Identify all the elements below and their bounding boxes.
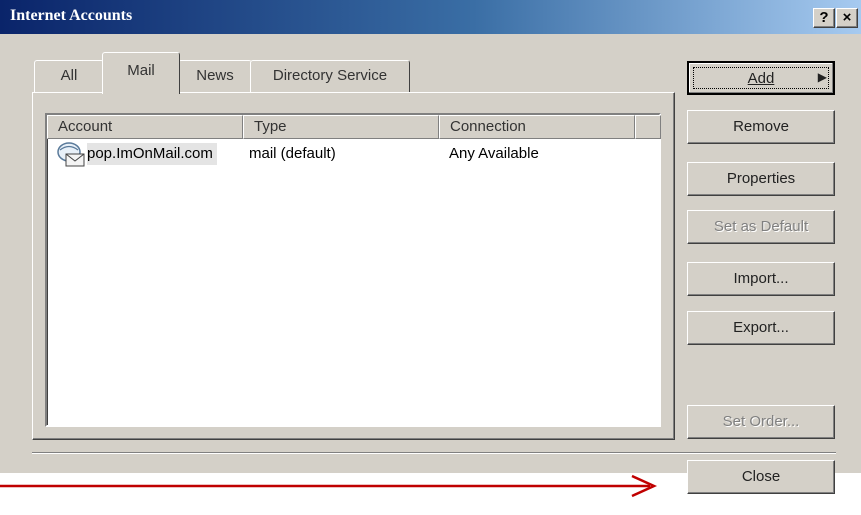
separator-line (32, 452, 836, 454)
list-header: Account Type Connection (47, 115, 661, 139)
internet-accounts-dialog: Internet Accounts ? × All Mail News Dire… (0, 0, 861, 473)
help-button[interactable]: ? (813, 8, 835, 28)
tab-news[interactable]: News (178, 60, 252, 92)
close-window-button[interactable]: × (836, 8, 858, 28)
mail-server-icon (55, 141, 87, 167)
remove-button[interactable]: Remove (687, 110, 835, 144)
tab-panel: Account Type Connection pop.ImOnMail.com… (32, 92, 675, 440)
column-header-type[interactable]: Type (243, 115, 439, 139)
accounts-list[interactable]: Account Type Connection pop.ImOnMail.com… (45, 113, 661, 427)
properties-button[interactable]: Properties (687, 162, 835, 196)
add-button[interactable]: Add ▶ (687, 61, 835, 95)
tab-directory-service[interactable]: Directory Service (250, 60, 410, 92)
column-header-account[interactable]: Account (47, 115, 243, 139)
set-as-default-button[interactable]: Set as Default (687, 210, 835, 244)
connection-cell: Any Available (449, 145, 539, 162)
title-bar[interactable]: Internet Accounts ? × (0, 0, 861, 34)
account-type-cell: mail (default) (249, 145, 336, 162)
export-button[interactable]: Export... (687, 311, 835, 345)
column-header-connection[interactable]: Connection (439, 115, 635, 139)
close-button[interactable]: Close (687, 460, 835, 494)
annotation-arrow-icon (0, 474, 658, 498)
table-row[interactable]: pop.ImOnMail.com mail (default) Any Avai… (49, 141, 649, 167)
focus-rectangle (693, 67, 829, 89)
window-title: Internet Accounts (10, 7, 133, 24)
tab-mail[interactable]: Mail (102, 52, 180, 94)
tab-all[interactable]: All (34, 60, 104, 92)
set-order-button[interactable]: Set Order... (687, 405, 835, 439)
submenu-arrow-icon: ▶ (817, 70, 827, 84)
import-button[interactable]: Import... (687, 262, 835, 296)
account-name-cell: pop.ImOnMail.com (87, 143, 217, 165)
column-header-filler (635, 115, 661, 139)
